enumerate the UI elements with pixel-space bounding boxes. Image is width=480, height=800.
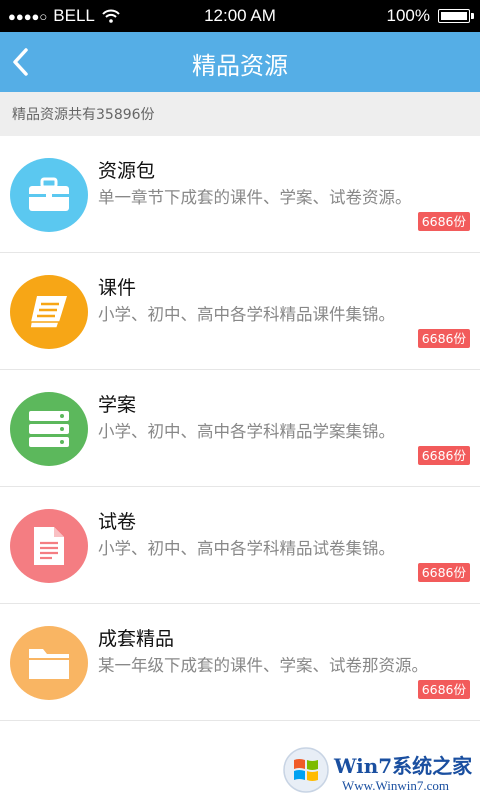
count-badge: 6686份 (417, 446, 470, 465)
item-description: 单一章节下成套的课件、学案、试卷资源。 (98, 188, 412, 207)
count-badge: 6686份 (417, 212, 470, 231)
count-badge: 6686份 (417, 680, 470, 699)
item-icon-circle (10, 158, 88, 232)
watermark-url: Www.Winwin7.com (342, 778, 449, 793)
item-title: 成套精品 (98, 628, 175, 650)
list-item-courseware[interactable]: 课件 小学、初中、高中各学科精品课件集锦。 6686份 (0, 253, 480, 370)
item-description: 小学、初中、高中各学科精品学案集锦。 (98, 422, 395, 441)
count-badge: 6686份 (417, 329, 470, 348)
item-title: 课件 (98, 277, 137, 299)
battery-percent: 100% (386, 6, 430, 25)
item-icon-circle (10, 509, 88, 583)
item-icon-circle (10, 275, 88, 349)
item-description: 小学、初中、高中各学科精品课件集锦。 (98, 305, 395, 324)
windows-logo-icon (283, 747, 329, 793)
resource-list: 资源包 单一章节下成套的课件、学案、试卷资源。 6686份 课件 小学、初中、高… (0, 136, 480, 721)
watermark: Win7系统之家 Www.Winwin7.com (282, 746, 478, 800)
list-item-study-plan[interactable]: 学案 小学、初中、高中各学科精品学案集锦。 6686份 (0, 370, 480, 487)
navbar: 精品资源 (0, 32, 480, 92)
book-icon (29, 296, 67, 329)
battery-icon (438, 9, 474, 23)
item-title: 资源包 (98, 160, 156, 182)
item-icon-circle (10, 392, 88, 466)
item-title: 试卷 (98, 511, 137, 533)
list-item-premium-sets[interactable]: 成套精品 某一年级下成套的课件、学案、试卷那资源。 6686份 (0, 604, 480, 721)
status-right: 100% (386, 6, 474, 26)
document-icon (34, 527, 64, 565)
list-item-resource-pack[interactable]: 资源包 单一章节下成套的课件、学案、试卷资源。 6686份 (0, 136, 480, 253)
item-description: 小学、初中、高中各学科精品试卷集锦。 (98, 539, 395, 558)
item-icon-circle (10, 626, 88, 700)
server-icon (29, 411, 69, 447)
folder-icon (29, 649, 69, 679)
briefcase-icon (29, 177, 69, 211)
count-badge: 6686份 (417, 563, 470, 582)
page-title: 精品资源 (192, 52, 288, 80)
list-item-test-paper[interactable]: 试卷 小学、初中、高中各学科精品试卷集锦。 6686份 (0, 487, 480, 604)
resource-summary: 精品资源共有35896份 (0, 92, 480, 136)
item-title: 学案 (98, 394, 137, 416)
status-bar: ●●●●○ BELL 12:00 AM 100% (0, 0, 480, 32)
item-description: 某一年级下成套的课件、学案、试卷那资源。 (98, 656, 428, 675)
watermark-title: Win7系统之家 (334, 754, 473, 778)
